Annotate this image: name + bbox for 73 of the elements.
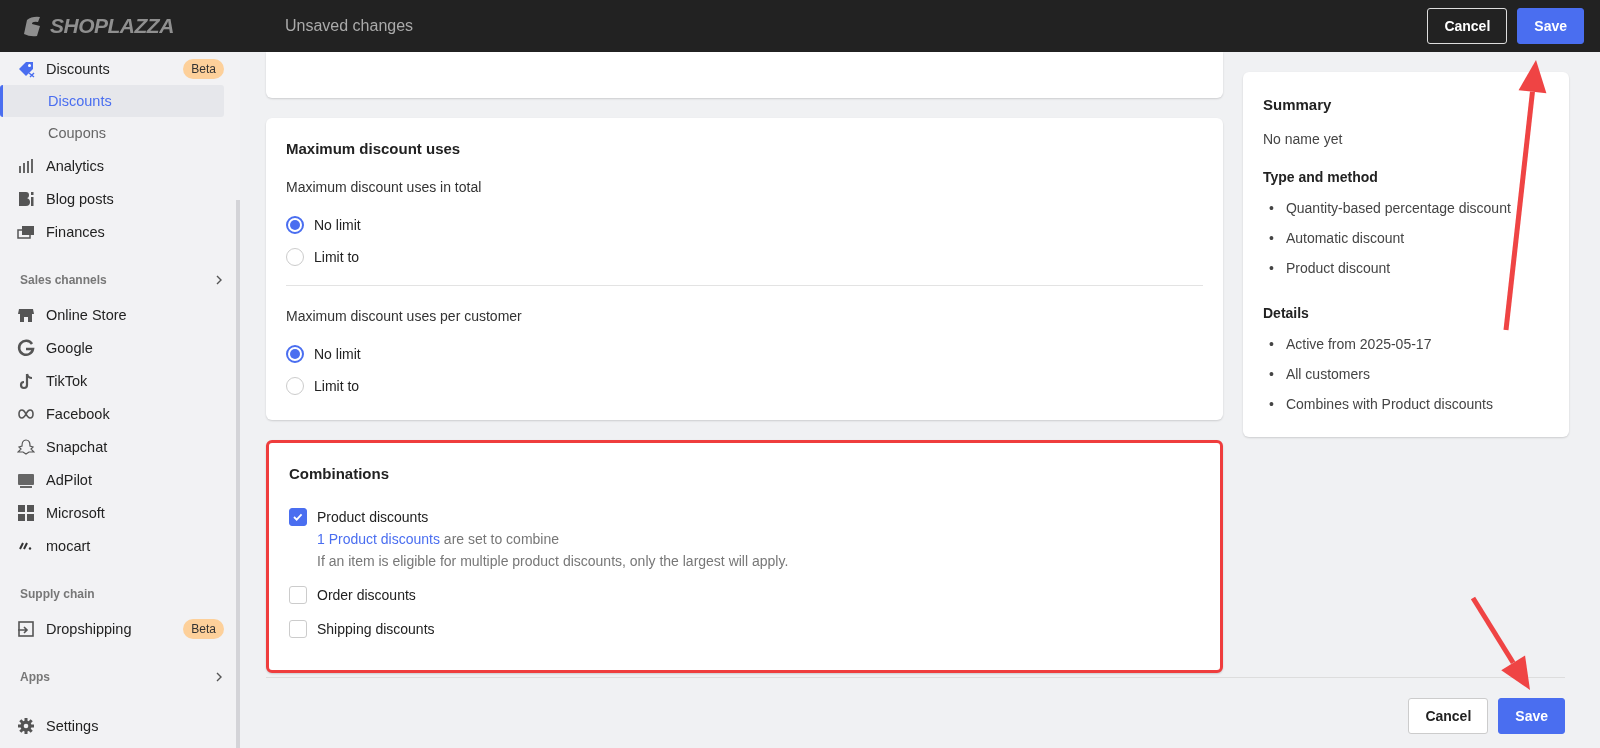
- section-heading: Supply chain: [20, 587, 96, 601]
- checkbox-label: Order discounts: [317, 587, 416, 603]
- beta-badge: Beta: [183, 58, 224, 79]
- nav-item[interactable]: Finances: [46, 223, 224, 240]
- checkbox[interactable]: [289, 620, 307, 638]
- status-text: Unsaved changes: [284, 17, 415, 35]
- music-note-icon: [17, 371, 35, 390]
- radio-button[interactable]: [286, 216, 304, 234]
- nav-item[interactable]: Snapchat: [46, 438, 224, 455]
- nav-item[interactable]: Analytics: [46, 157, 224, 174]
- blog-icon: [17, 189, 35, 208]
- bar-chart-icon: [17, 156, 35, 175]
- radio-label: Limit to: [314, 249, 360, 265]
- section-heading: Details: [1263, 305, 1310, 321]
- cancel-button[interactable]: Cancel: [1427, 8, 1508, 44]
- field-label: Maximum discount uses in total: [286, 179, 483, 195]
- chevron-right-icon[interactable]: [214, 275, 224, 285]
- section-heading: Sales channels: [20, 273, 108, 287]
- checkbox[interactable]: [289, 586, 307, 604]
- help-text: If an item is eligible for multiple product discounts, only the largest will apply.: [316, 552, 790, 571]
- bullet: •: [1269, 395, 1274, 414]
- note-text: are set to combine: [443, 531, 560, 547]
- radio-label: Limit to: [314, 378, 360, 394]
- nav-item[interactable]: AdPilot: [46, 471, 224, 488]
- card-title: Maximum discount uses: [286, 140, 462, 157]
- nav-item[interactable]: Dropshipping: [46, 620, 173, 637]
- list-item: Combines with Product discounts: [1285, 395, 1493, 414]
- checkbox-label: Product discounts: [317, 509, 429, 525]
- import-icon: [17, 619, 35, 638]
- save-button[interactable]: Save: [1517, 8, 1584, 44]
- beta-badge: Beta: [183, 618, 224, 639]
- g-letter-icon: [17, 338, 35, 357]
- summary-text: No name yet: [1263, 131, 1344, 147]
- list-item: All customers: [1285, 365, 1370, 384]
- nav-item[interactable]: TikTok: [46, 372, 224, 389]
- nav-item[interactable]: Microsoft: [46, 504, 224, 521]
- chevron-right-icon[interactable]: [214, 672, 224, 682]
- radio-label: No limit: [314, 217, 361, 233]
- link[interactable]: 1 Product discounts: [317, 531, 440, 547]
- list-item: Quantity-based percentage discount: [1285, 199, 1511, 218]
- card-title: Summary: [1263, 96, 1333, 113]
- bullet: •: [1269, 229, 1274, 248]
- list-item: Product discount: [1285, 259, 1391, 278]
- bullet: •: [1269, 199, 1274, 218]
- card-title: Combinations: [289, 465, 390, 482]
- bullet: •: [1269, 365, 1274, 384]
- section-heading: Apps: [20, 670, 51, 684]
- field-label: Maximum discount uses per customer: [286, 308, 523, 324]
- tag-icon: [17, 59, 35, 78]
- list-item: Active from 2025-05-17: [1285, 335, 1432, 354]
- list-item: Automatic discount: [1285, 229, 1405, 248]
- section-heading: Type and method: [1263, 169, 1379, 185]
- nav-subitem[interactable]: Discounts: [0, 85, 224, 117]
- logo: SHOPLAZZA: [50, 14, 174, 38]
- nav-subitem[interactable]: Coupons: [8, 117, 224, 149]
- grid-icon: [17, 503, 35, 522]
- nav-item[interactable]: Google: [46, 339, 224, 356]
- nav-item[interactable]: Online Store: [46, 306, 224, 323]
- checkbox[interactable]: [289, 508, 307, 526]
- checkbox-label: Shipping discounts: [317, 621, 435, 637]
- nav-item[interactable]: Blog posts: [46, 190, 224, 207]
- nav-item[interactable]: Facebook: [46, 405, 224, 422]
- bullet: •: [1269, 335, 1274, 354]
- radio-button[interactable]: [286, 345, 304, 363]
- radio-label: No limit: [314, 346, 361, 362]
- ghost-icon: [17, 437, 35, 456]
- save-button[interactable]: Save: [1498, 698, 1565, 734]
- nav-item[interactable]: Discounts: [46, 60, 173, 77]
- nav-item[interactable]: mocart: [46, 537, 224, 554]
- settings-icon: [17, 716, 35, 735]
- bullet: •: [1269, 259, 1274, 278]
- cancel-button[interactable]: Cancel: [1408, 698, 1489, 734]
- nav-item[interactable]: Settings: [46, 717, 224, 734]
